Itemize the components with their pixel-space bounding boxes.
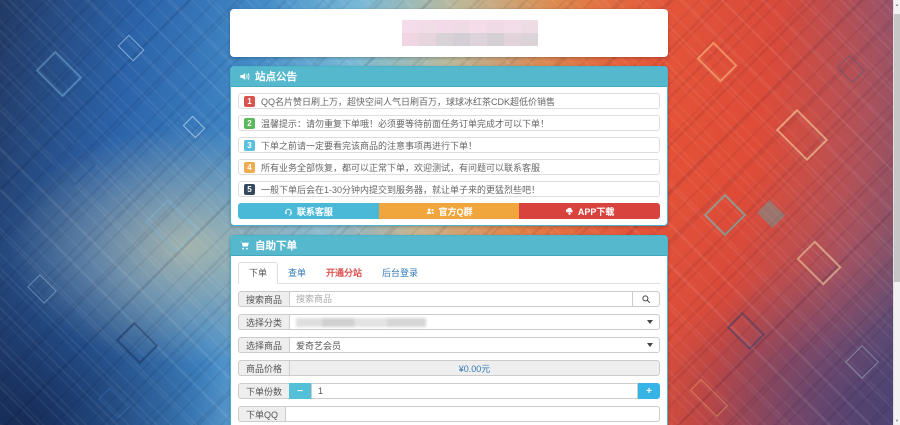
announcement-text: 温馨提示：请勿重复下单哦！必须要等待前面任务订单完成才可以下单！	[261, 117, 549, 130]
official-q-group-label: 官方Q群	[439, 205, 473, 218]
order-qq-label: 下单QQ	[238, 406, 285, 422]
category-label: 选择分类	[238, 314, 289, 330]
mosaic-tile	[690, 379, 728, 417]
announcement-panel: 站点公告 1 QQ名片赞日刷上万，超快空间人气日刷百万，球球冰红茶CDK超低价销…	[230, 66, 668, 226]
tab-place-order[interactable]: 下单	[238, 262, 278, 284]
quantity-decrease-button[interactable]: −	[289, 383, 311, 399]
cloud-download-icon	[565, 207, 574, 216]
announcement-buttons: 联系客服 官方Q群	[238, 203, 660, 219]
order-header: 自助下单	[231, 236, 667, 256]
app-download-label: APP下载	[578, 205, 615, 218]
quantity-row: 下单份数 − +	[238, 383, 660, 399]
content-column: 站点公告 1 QQ名片赞日刷上万，超快空间人气日刷百万，球球冰红茶CDK超低价销…	[230, 0, 668, 425]
mosaic-tile	[27, 274, 57, 304]
order-qq-row: 下单QQ	[238, 406, 660, 422]
announcement-text: 下单之前请一定要看完该商品的注意事项再进行下单！	[261, 139, 477, 152]
order-body: 下单 查单 开通分站 后台登录 搜索商品 选择	[231, 256, 667, 425]
mosaic-tile	[36, 51, 83, 98]
order-qq-input[interactable]	[285, 406, 660, 422]
search-input[interactable]	[289, 291, 633, 307]
announcement-header: 站点公告	[231, 67, 667, 87]
announcement-number-badge: 3	[244, 140, 255, 151]
search-icon	[641, 294, 651, 304]
product-label: 选择商品	[238, 337, 289, 353]
mosaic-tile	[796, 240, 841, 285]
price-row: 商品价格 ¥0.00元	[238, 360, 660, 376]
announcement-item: 2 温馨提示：请勿重复下单哦！必须要等待前面任务订单完成才可以下单！	[238, 115, 660, 131]
announcement-item: 5 一般下单后会在1-30分钟内提交到服务器，就让单子来的更猛烈些吧！	[238, 181, 660, 197]
announcement-number-badge: 5	[244, 184, 255, 195]
users-icon	[426, 207, 435, 216]
announcement-text: QQ名片赞日刷上万，超快空间人气日刷百万，球球冰红茶CDK超低价销售	[261, 95, 555, 108]
mosaic-tile	[776, 109, 828, 161]
chevron-down-icon	[647, 343, 653, 347]
mosaic-tile	[145, 199, 199, 253]
search-label: 搜索商品	[238, 291, 289, 307]
mosaic-tile	[757, 200, 785, 228]
announcement-item: 3 下单之前请一定要看完该商品的注意事项再进行下单！	[238, 137, 660, 153]
contact-support-label: 联系客服	[297, 205, 333, 218]
scroll-up-button[interactable]: ▲	[894, 2, 900, 7]
tab-check-order[interactable]: 查单	[278, 263, 316, 283]
mosaic-tile	[727, 312, 765, 350]
announcement-number-badge: 1	[244, 96, 255, 107]
mosaic-tile	[837, 55, 865, 83]
mosaic-tile	[116, 322, 158, 364]
order-panel: 自助下单 下单 查单 开通分站 后台登录 搜索商品	[230, 235, 668, 425]
quantity-input[interactable]	[311, 383, 638, 399]
announcement-text: 所有业务全部恢复，都可以正常下单，欢迎测试，有问题可以联系客服	[261, 161, 540, 174]
order-title: 自助下单	[255, 238, 297, 253]
announcement-item: 4 所有业务全部恢复，都可以正常下单，欢迎测试，有问题可以联系客服	[238, 159, 660, 175]
app-download-button[interactable]: APP下载	[519, 203, 660, 219]
page: 站点公告 1 QQ名片赞日刷上万，超快空间人气日刷百万，球球冰红茶CDK超低价销…	[0, 0, 900, 425]
volume-up-icon	[239, 71, 250, 82]
censored-logo	[402, 20, 538, 46]
contact-support-button[interactable]: 联系客服	[238, 203, 379, 219]
headset-icon	[284, 207, 293, 216]
product-selected-value: 爱奇艺会员	[296, 339, 341, 352]
announcement-item: 1 QQ名片赞日刷上万，超快空间人气日刷百万，球球冰红茶CDK超低价销售	[238, 93, 660, 109]
mosaic-tile	[704, 194, 746, 236]
cart-icon	[239, 240, 250, 251]
search-button[interactable]	[633, 291, 660, 307]
mosaic-tile	[696, 41, 737, 82]
site-logo-card	[230, 9, 668, 57]
search-row: 搜索商品	[238, 291, 660, 307]
mosaic-tile	[98, 387, 129, 418]
scroll-down-button[interactable]: ▼	[894, 418, 900, 423]
censored-category-value	[296, 318, 426, 327]
announcement-body: 1 QQ名片赞日刷上万，超快空间人气日刷百万，球球冰红茶CDK超低价销售 2 温…	[231, 87, 667, 225]
order-tabs: 下单 查单 开通分站 后台登录	[238, 262, 660, 284]
quantity-label: 下单份数	[238, 383, 289, 399]
tab-admin-login[interactable]: 后台登录	[372, 263, 428, 283]
price-label: 商品价格	[238, 360, 289, 376]
scrollbar[interactable]: ▲ ▼	[893, 0, 900, 425]
category-row: 选择分类	[238, 314, 660, 330]
tab-open-branch-site[interactable]: 开通分站	[316, 263, 372, 283]
announcement-text: 一般下单后会在1-30分钟内提交到服务器，就让单子来的更猛烈些吧！	[261, 183, 540, 196]
announcement-number-badge: 4	[244, 162, 255, 173]
announcement-title: 站点公告	[255, 69, 297, 84]
mosaic-tile	[845, 345, 879, 379]
product-select[interactable]: 爱奇艺会员	[289, 337, 660, 353]
official-q-group-button[interactable]: 官方Q群	[379, 203, 520, 219]
announcement-number-badge: 2	[244, 118, 255, 129]
scrollbar-thumb[interactable]	[894, 14, 900, 282]
category-select[interactable]	[289, 314, 660, 330]
mosaic-tile	[183, 116, 206, 139]
price-display: ¥0.00元	[289, 360, 660, 376]
product-row: 选择商品 爱奇艺会员	[238, 337, 660, 353]
mosaic-tile	[54, 144, 96, 186]
mosaic-tile	[118, 35, 145, 62]
chevron-down-icon	[647, 320, 653, 324]
quantity-increase-button[interactable]: +	[638, 383, 660, 399]
